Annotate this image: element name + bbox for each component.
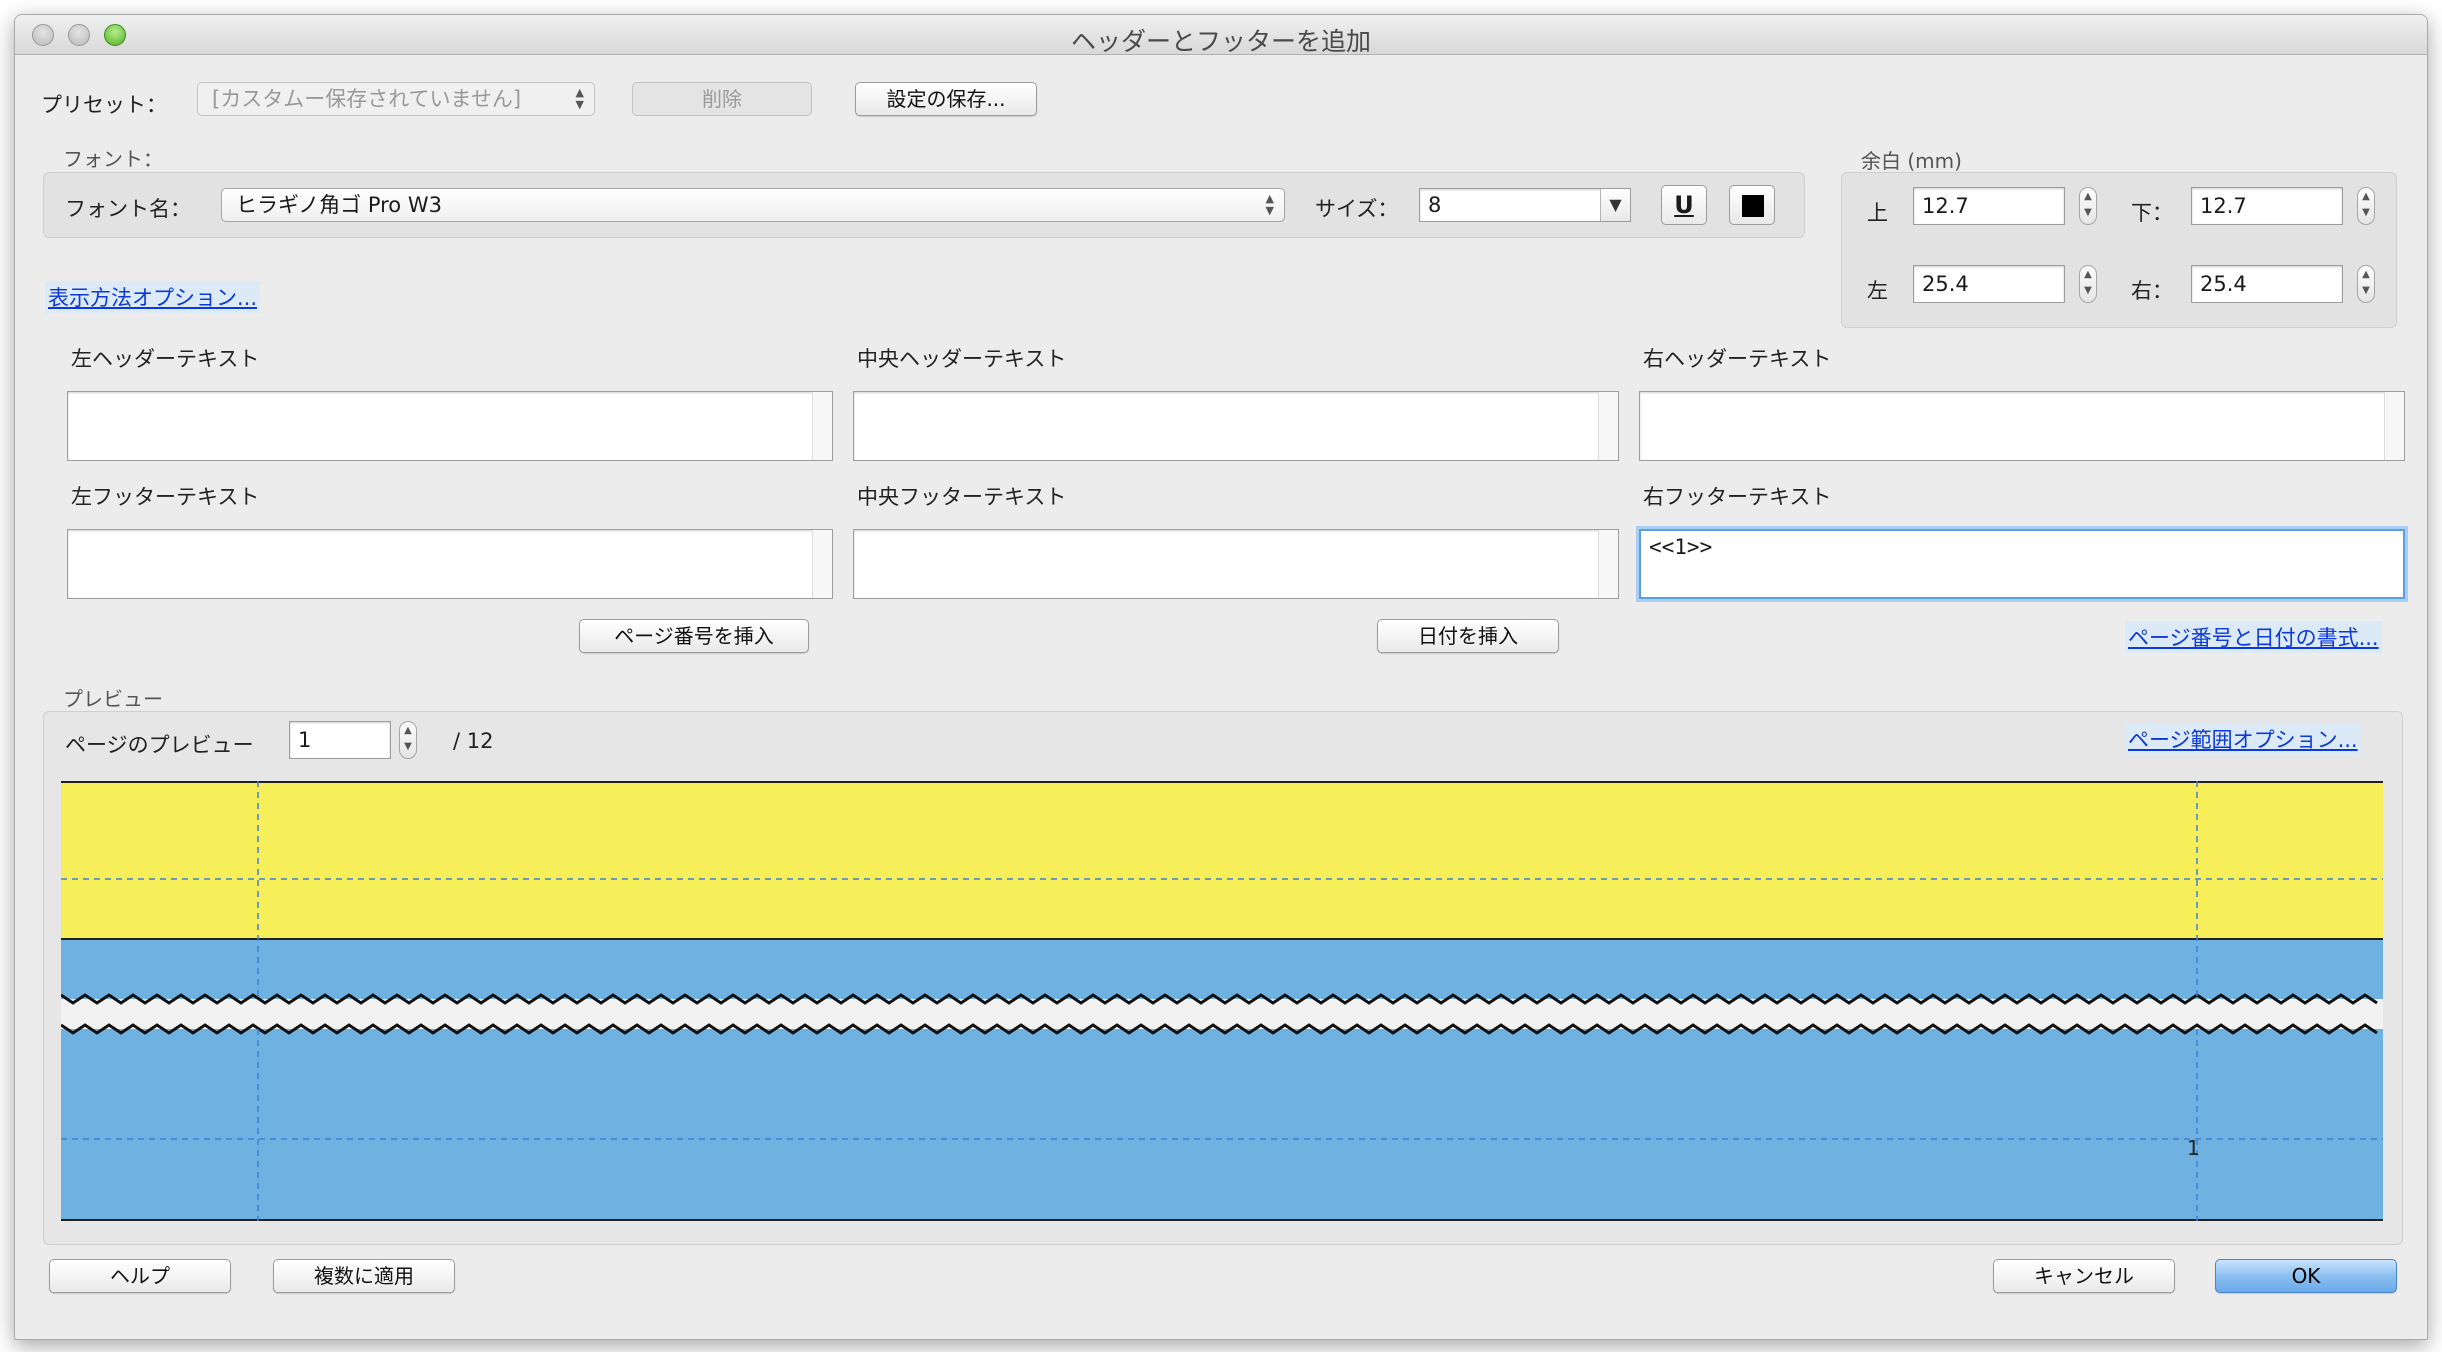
center-header-label: 中央ヘッダーテキスト — [857, 347, 1067, 371]
underline-button[interactable]: U — [1661, 185, 1707, 225]
margin-bottom-field[interactable]: 12.7 — [2191, 187, 2343, 225]
page-preview-label: ページのプレビュー — [65, 733, 254, 757]
right-footer-textbox[interactable]: <<1>> — [1639, 529, 2405, 599]
center-footer-label: 中央フッターテキスト — [857, 485, 1067, 509]
chevron-down-icon[interactable]: ▼ — [1600, 189, 1630, 221]
underline-icon: U — [1674, 191, 1694, 219]
preview-group-label: プレビュー — [63, 687, 163, 711]
page-preview-canvas: 1 — [61, 781, 2383, 1221]
center-header-textbox[interactable] — [853, 391, 1619, 461]
font-name-select[interactable]: ヒラギノ角ゴ Pro W3 ▲ ▼ — [221, 188, 1285, 222]
preset-select[interactable]: [カスタムー保存されていません] ▲ ▼ — [197, 82, 595, 116]
left-header-textbox[interactable] — [67, 391, 833, 461]
scrollbar[interactable] — [1598, 392, 1618, 460]
margin-top-label: 上 — [1867, 201, 1888, 225]
save-settings-button[interactable]: 設定の保存... — [855, 82, 1037, 116]
preview-header-area — [61, 781, 2383, 939]
preview-page-number: 1 — [2187, 1136, 2200, 1160]
cancel-button[interactable]: キャンセル — [1993, 1259, 2175, 1293]
margin-left-label: 左 — [1867, 279, 1888, 303]
text-color-button[interactable] — [1729, 185, 1775, 225]
insert-page-number-button[interactable]: ページ番号を挿入 — [579, 619, 809, 653]
scrollbar[interactable] — [1598, 530, 1618, 598]
ok-button[interactable]: OK — [2215, 1259, 2397, 1293]
margin-right-stepper[interactable]: ▲ ▼ — [2357, 265, 2375, 303]
right-footer-label: 右フッターテキスト — [1643, 485, 1832, 509]
font-size-value: 8 — [1428, 193, 1442, 217]
select-arrows-icon: ▲ ▼ — [1265, 192, 1274, 217]
margin-left-stepper[interactable]: ▲ ▼ — [2079, 265, 2097, 303]
left-footer-textbox[interactable] — [67, 529, 833, 599]
scrollbar[interactable] — [812, 392, 832, 460]
window-title: ヘッダーとフッターを追加 — [1070, 27, 1371, 56]
margin-left-field[interactable]: 25.4 — [1913, 265, 2065, 303]
left-header-label: 左ヘッダーテキスト — [71, 347, 260, 371]
right-header-textbox[interactable] — [1639, 391, 2405, 461]
preset-label: プリセット： — [41, 93, 167, 117]
font-name-label: フォント名： — [65, 197, 191, 221]
scrollbar[interactable] — [812, 530, 832, 598]
right-footer-value: <<1>> — [1649, 535, 1713, 559]
apply-to-multiple-button[interactable]: 複数に適用 — [273, 1259, 455, 1293]
add-header-footer-dialog: ヘッダーとフッターを追加 プリセット： [カスタムー保存されていません] ▲ ▼ … — [14, 14, 2428, 1340]
scrollbar[interactable] — [2384, 392, 2404, 460]
page-number-date-format-link[interactable]: ページ番号と日付の書式... — [2125, 621, 2382, 653]
preview-body-area — [61, 939, 2383, 1221]
font-group-label: フォント： — [63, 147, 163, 171]
font-size-combo[interactable]: 8 ▼ — [1419, 188, 1631, 222]
title-bar: ヘッダーとフッターを追加 — [15, 15, 2427, 56]
margin-bottom-stepper[interactable]: ▲ ▼ — [2357, 187, 2375, 225]
margin-top-stepper[interactable]: ▲ ▼ — [2079, 187, 2097, 225]
margin-bottom-label: 下： — [2131, 201, 2173, 225]
margins-group-label: 余白 (mm) — [1861, 149, 1962, 173]
center-footer-textbox[interactable] — [853, 529, 1619, 599]
select-arrows-icon: ▲ ▼ — [575, 86, 584, 111]
preview-page-total: / 12 — [453, 729, 494, 753]
right-header-label: 右ヘッダーテキスト — [1643, 347, 1832, 371]
color-swatch — [1742, 195, 1764, 217]
margin-right-label: 右： — [2131, 279, 2173, 303]
insert-date-button[interactable]: 日付を挿入 — [1377, 619, 1559, 653]
preset-select-value: [カスタムー保存されていません] — [212, 87, 522, 111]
page-range-options-link[interactable]: ページ範囲オプション... — [2125, 723, 2361, 755]
font-size-label: サイズ： — [1315, 197, 1399, 221]
font-name-value: ヒラギノ角ゴ Pro W3 — [236, 193, 442, 217]
left-footer-label: 左フッターテキスト — [71, 485, 260, 509]
delete-preset-button[interactable]: 削除 — [632, 82, 812, 116]
margin-right-field[interactable]: 25.4 — [2191, 265, 2343, 303]
help-button[interactable]: ヘルプ — [49, 1259, 231, 1293]
display-options-link[interactable]: 表示方法オプション... — [45, 281, 261, 313]
preview-page-stepper[interactable]: ▲ ▼ — [399, 721, 417, 759]
margin-top-field[interactable]: 12.7 — [1913, 187, 2065, 225]
preview-page-field[interactable]: 1 — [289, 721, 391, 759]
